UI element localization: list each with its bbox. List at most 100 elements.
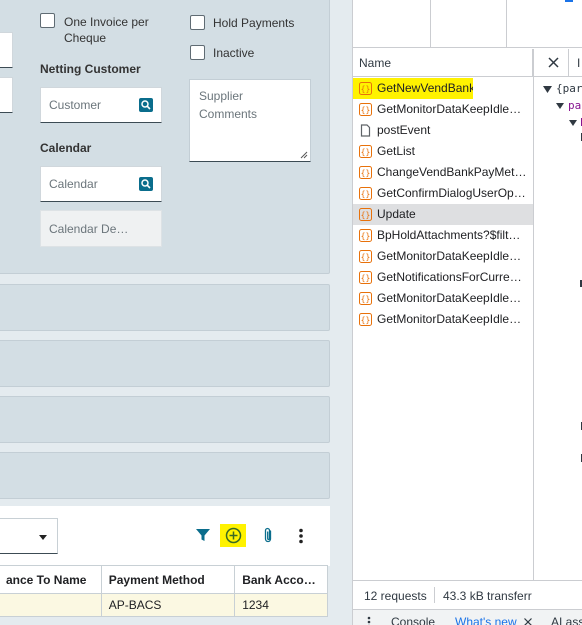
lookup-search-icon[interactable] [139, 177, 153, 191]
filter-icon[interactable] [196, 529, 210, 542]
request-row[interactable]: {} GetMonitorDataKeepIdleTi… [353, 309, 533, 330]
request-name: GetNotificationsForCurrent… [377, 270, 527, 284]
name-column-header[interactable]: Name [353, 49, 533, 77]
svg-text:{}: {} [361, 253, 371, 262]
json-preview-key: pa [568, 99, 582, 112]
supplier-comments-textarea[interactable]: Supplier Comments [189, 79, 311, 162]
name-header-label: Name [359, 56, 392, 70]
collapsed-section-4[interactable] [0, 452, 330, 499]
request-name: GetList [377, 144, 416, 158]
divider [434, 587, 435, 603]
lookup-search-icon[interactable] [139, 98, 153, 112]
xhr-icon: {} [359, 187, 372, 200]
inactive-checkbox[interactable] [190, 45, 205, 60]
chevron-down-icon [39, 535, 47, 540]
grid-toolbar [0, 506, 330, 566]
request-name: GetMonitorDataKeepIdleTi… [377, 312, 527, 326]
calendar-placeholder: Calendar [49, 177, 98, 191]
svg-text:{}: {} [361, 274, 371, 283]
table-cell[interactable]: AP-BACS [100, 593, 236, 617]
hold-payments-checkbox[interactable] [190, 15, 205, 30]
svg-text:{}: {} [361, 106, 371, 115]
paperclip-icon[interactable] [263, 527, 274, 544]
close-tab-icon[interactable] [524, 618, 532, 625]
svg-text:{}: {} [361, 295, 371, 304]
request-row[interactable]: {} BpHoldAttachments?$filter… [353, 225, 533, 246]
table-row[interactable]: AP-BACS 1234 [0, 593, 328, 617]
collapsed-section-1[interactable] [0, 284, 330, 331]
more-vertical-icon[interactable] [367, 616, 371, 625]
supplier-comments-placeholder: Supplier Comments [199, 89, 258, 121]
collapsed-section-3[interactable] [0, 396, 330, 443]
request-row[interactable]: {} ChangeVendBankPayMeth… [353, 162, 533, 183]
request-row[interactable]: {} GetMonitorDataKeepIdleTi… [353, 288, 533, 309]
svg-text:{}: {} [361, 169, 371, 178]
customer-placeholder: Customer [49, 98, 102, 112]
devtools-network-panel: Name {} GetNewVendBank {} GetMonitorDataKee… [352, 0, 582, 625]
calendar-field[interactable]: Calendar [40, 166, 162, 202]
xhr-icon: {} [359, 166, 372, 179]
xhr-icon: {} [359, 292, 372, 305]
request-row[interactable]: postEvent [353, 120, 533, 141]
xhr-icon: {} [359, 145, 372, 158]
collapsed-section-2[interactable] [0, 340, 330, 387]
request-name: GetMonitorDataKeepIdleTi… [377, 249, 527, 263]
request-name: GetNewVendBank [377, 81, 473, 95]
svg-text:{}: {} [361, 148, 371, 157]
ai-assistance-tab[interactable]: AI ass [551, 615, 582, 625]
request-name: Update [377, 207, 416, 221]
inactive-label: Inactive [213, 46, 255, 60]
cutoff-field-1[interactable] [0, 32, 13, 68]
customer-field[interactable]: Customer [40, 87, 162, 123]
close-icon[interactable] [548, 57, 559, 68]
request-row[interactable]: {} GetMonitorDataKeepIdleTi… [353, 99, 533, 120]
xhr-icon: {} [359, 82, 372, 95]
document-icon [360, 124, 371, 137]
request-row[interactable]: {} GetMonitorDataKeepIdleTi… [353, 246, 533, 267]
divider [533, 49, 534, 609]
request-row[interactable]: {} GetNewVendBank [353, 78, 473, 99]
divider [506, 0, 507, 48]
table-cell[interactable] [0, 593, 102, 617]
column-header[interactable]: Payment Method [100, 565, 236, 594]
triangle-down-icon[interactable] [569, 120, 577, 127]
divider [568, 49, 569, 77]
request-row[interactable]: {} Update [353, 204, 533, 225]
request-row[interactable]: {} GetNotificationsForCurrent… [353, 267, 533, 288]
request-row[interactable]: {} GetConfirmDialogUserOpti… [353, 183, 533, 204]
column-header[interactable]: Bank Acco… [234, 565, 328, 594]
calendar-description-placeholder: Calendar De… [49, 221, 129, 236]
calendar-label: Calendar [40, 141, 92, 155]
svg-text:{}: {} [361, 316, 371, 325]
hold-payments-label: Hold Payments [213, 16, 295, 30]
svg-text:{}: {} [361, 211, 371, 220]
table-cell[interactable]: 1234 [234, 593, 328, 617]
calendar-description-field: Calendar De… [40, 210, 162, 247]
whats-new-tab[interactable]: What's new [455, 615, 517, 625]
request-name: ChangeVendBankPayMeth… [377, 165, 527, 179]
add-circle-icon[interactable] [225, 527, 242, 544]
svg-text:{}: {} [361, 232, 371, 241]
truncated-tab-label[interactable]: I [577, 56, 580, 70]
one-invoice-label: One Invoice per Cheque [64, 15, 149, 45]
netting-customer-label: Netting Customer [40, 62, 141, 76]
one-invoice-checkbox[interactable] [40, 13, 55, 28]
console-tab[interactable]: Console [391, 615, 435, 625]
cutoff-field-2[interactable] [0, 77, 13, 113]
more-vertical-icon[interactable] [299, 528, 303, 544]
column-header[interactable]: ance To Name [0, 565, 102, 594]
request-name: GetConfirmDialogUserOpti… [377, 186, 527, 200]
request-name: postEvent [377, 123, 431, 137]
grid-header-row: ance To Name Payment Method Bank Acco… [0, 565, 328, 594]
divider [430, 0, 431, 48]
request-name: BpHoldAttachments?$filter… [377, 228, 527, 242]
detail-tabs: I [534, 49, 582, 77]
request-name: GetMonitorDataKeepIdleTi… [377, 102, 527, 116]
resize-handle-icon[interactable] [300, 151, 308, 159]
xhr-icon: {} [359, 250, 372, 263]
triangle-down-icon[interactable] [543, 86, 552, 94]
grid-view-dropdown[interactable] [0, 518, 58, 554]
triangle-down-icon[interactable] [556, 103, 564, 110]
active-indicator [565, 0, 573, 2]
request-row[interactable]: {} GetList [353, 141, 533, 162]
